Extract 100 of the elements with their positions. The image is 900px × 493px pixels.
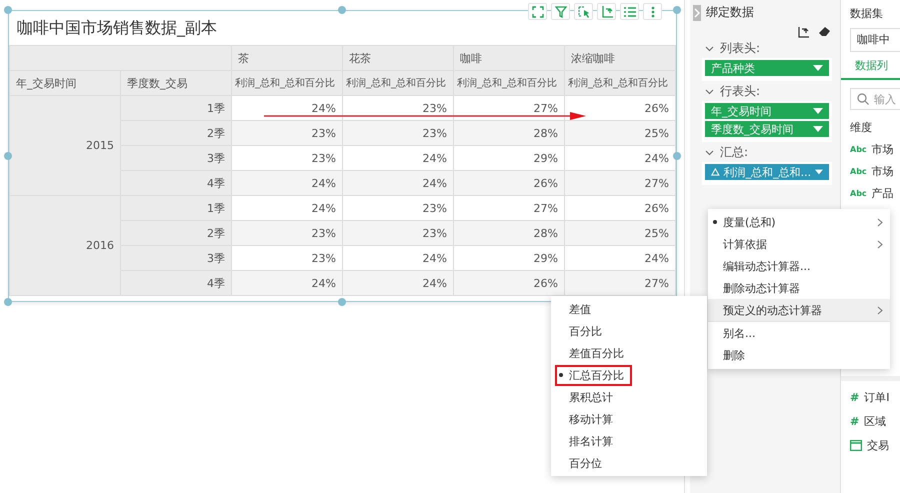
menu-item[interactable]: 计算依据 (708, 233, 890, 255)
caret-icon[interactable] (815, 169, 823, 175)
menu-item[interactable]: 移动计算 (551, 408, 707, 430)
chevron-icon[interactable] (705, 88, 714, 94)
year-cell: 2015 (10, 96, 120, 196)
table-cell: 26% (564, 196, 676, 220)
calendar-icon (850, 440, 862, 451)
table-cell: 24% (342, 146, 454, 170)
table-cell: 23% (232, 120, 342, 146)
table-cell: 23% (342, 220, 454, 246)
column-header: 利润_总和_总和百分比 (232, 70, 342, 96)
column-header: 茶 (232, 46, 342, 70)
eraser-icon[interactable] (819, 27, 830, 37)
menu-item[interactable]: 百分位 (551, 452, 707, 474)
table-cell: 23% (342, 196, 454, 220)
chevron-right-icon (877, 218, 883, 226)
number-type-icon: # (850, 415, 860, 428)
field-item[interactable]: # 区域 (850, 414, 900, 429)
search-icon (857, 93, 869, 105)
quarter-cell: 1季 (120, 196, 232, 220)
table-cell: 23% (232, 246, 342, 270)
table-cell: 29% (454, 246, 564, 270)
field-item[interactable]: Abc 市场 (850, 142, 900, 157)
field-item[interactable]: Abc 市场 (850, 164, 900, 179)
resize-handle[interactable] (338, 6, 346, 14)
swap-icon[interactable] (798, 27, 809, 38)
table-cell: 26% (454, 270, 564, 296)
quarter-cell: 2季 (120, 220, 232, 246)
table-cell: 24% (232, 196, 342, 220)
table-cell: 26% (454, 170, 564, 196)
column-header: 利润_总和_总和百分比 (342, 70, 454, 96)
collapse-button[interactable] (693, 4, 701, 20)
list-icon[interactable] (620, 3, 639, 20)
menu-item[interactable]: 排名计算 (551, 430, 707, 452)
number-type-icon: # (850, 391, 860, 404)
text-type-icon: Abc (850, 145, 867, 154)
field-item[interactable]: # 订单I (850, 390, 900, 405)
text-type-icon: Abc (850, 189, 867, 198)
column-header: 咖啡 (454, 46, 564, 70)
menu-item[interactable]: 差值百分比 (551, 342, 707, 364)
column-header: 利润_总和_总和百分比 (454, 70, 564, 96)
table-cell: 26% (564, 96, 676, 120)
fullscreen-icon[interactable] (528, 3, 547, 20)
panel-title: 数据集 (850, 6, 884, 21)
section-label: 维度 (850, 120, 873, 135)
table-cell: 27% (564, 170, 676, 196)
resize-handle[interactable] (4, 152, 12, 160)
report-title: 咖啡中国市场销售数据_副本 (16, 17, 217, 39)
section-label: 列表头: (720, 40, 760, 57)
year-cell: 2016 (10, 196, 120, 296)
select-icon[interactable] (574, 3, 593, 20)
text-type-icon: Abc (850, 167, 867, 176)
chevron-icon[interactable] (705, 46, 714, 52)
dataset-select[interactable]: 咖啡中 (850, 28, 900, 52)
resize-handle[interactable] (4, 298, 12, 306)
quarter-cell: 3季 (120, 246, 232, 270)
menu-item[interactable]: 汇总百分比 (551, 364, 707, 386)
caret-icon[interactable] (813, 65, 823, 71)
menu-item[interactable]: 度量(总和) (708, 211, 890, 233)
menu-item[interactable]: 累积总计 (551, 386, 707, 408)
resize-handle[interactable] (673, 152, 681, 160)
chevron-right-icon (877, 240, 883, 248)
table-cell: 25% (564, 120, 676, 146)
chevron-icon[interactable] (705, 150, 714, 156)
resize-handle[interactable] (4, 6, 12, 14)
column-header: 季度数_交易 (120, 70, 232, 96)
column-header: 年_交易时间 (10, 70, 120, 96)
table-cell: 24% (232, 170, 342, 196)
menu-item[interactable]: 差值 (551, 298, 707, 320)
menu-item[interactable]: 删除 (708, 344, 890, 366)
menu-item[interactable]: 删除动态计算器 (708, 277, 890, 299)
menu-item[interactable]: 预定义的动态计算器 (708, 299, 890, 321)
field-item[interactable]: 交易 (850, 438, 900, 453)
section-label: 汇总: (720, 144, 748, 161)
quarter-cell: 4季 (120, 170, 232, 196)
swap-axes-icon[interactable] (597, 3, 616, 20)
resize-handle[interactable] (673, 6, 681, 14)
triangle-icon (711, 167, 720, 177)
chevron-right-icon (877, 306, 883, 314)
table-cell: 29% (454, 146, 564, 170)
menu-item[interactable]: 别名... (708, 321, 890, 344)
table-cell: 27% (454, 196, 564, 220)
resize-handle[interactable] (338, 298, 346, 306)
caret-icon[interactable] (813, 126, 823, 132)
filter-icon[interactable] (551, 3, 570, 20)
table-cell: 24% (342, 246, 454, 270)
more-icon[interactable] (643, 3, 662, 20)
table-cell: 27% (564, 270, 676, 296)
field-item[interactable]: Abc 产品 (850, 186, 900, 201)
caret-icon[interactable] (813, 108, 823, 114)
table-cell: 23% (232, 220, 342, 246)
table-cell: 28% (454, 120, 564, 146)
table-cell: 28% (454, 220, 564, 246)
column-header: 利润_总和_总和百分比 (564, 70, 676, 96)
column-header: 浓缩咖啡 (564, 46, 676, 70)
menu-item[interactable]: 百分比 (551, 320, 707, 342)
table-cell: 25% (564, 220, 676, 246)
table-cell: 24% (342, 270, 454, 296)
section-label: 行表头: (720, 83, 760, 100)
menu-item[interactable]: 编辑动态计算器... (708, 255, 890, 277)
